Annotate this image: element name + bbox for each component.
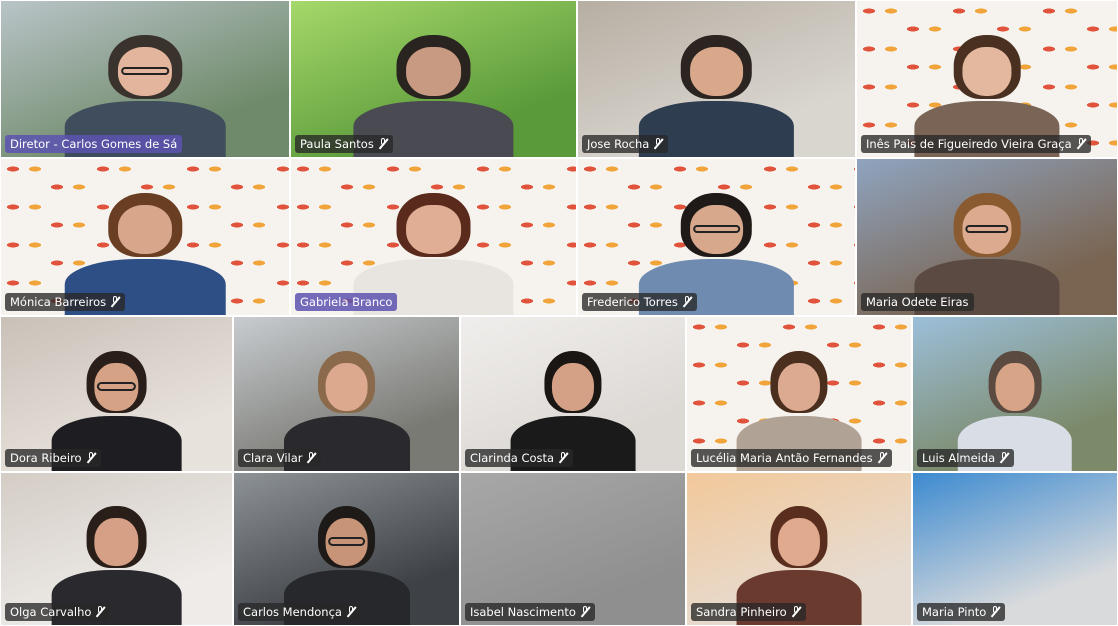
participant-name-label: Sandra Pinheiro [691, 603, 806, 621]
participant-tile[interactable]: Gabriela Branco [290, 158, 577, 316]
mic-muted-icon [990, 606, 1000, 618]
participant-tile[interactable]: Diretor - Carlos Gomes de Sá [0, 0, 290, 158]
participant-tile[interactable]: Sandra Pinheiro [686, 472, 912, 626]
participant-name-label: Clara Vilar [238, 449, 322, 467]
participant-tile[interactable]: Lucélia Maria Antão Fernandes [686, 316, 912, 472]
mic-muted-icon [346, 606, 356, 618]
participant-name-label: Luis Almeida [917, 449, 1015, 467]
participant-tile[interactable]: Dora Ribeiro [0, 316, 233, 472]
mic-muted-icon [110, 296, 120, 308]
participant-tile[interactable]: Maria Odete Eiras [856, 158, 1118, 316]
participant-name-label: Gabriela Branco [295, 293, 398, 311]
participant-name-label: Paula Santos [295, 135, 393, 153]
participant-name: Clara Vilar [243, 451, 303, 465]
mic-muted-icon [877, 452, 887, 464]
mic-muted-icon [999, 452, 1009, 464]
mic-muted-icon [86, 452, 96, 464]
participant-name-label: Jose Rocha [582, 135, 669, 153]
participant-tile[interactable]: Inês Pais de Figueiredo Vieira Graça [856, 0, 1118, 158]
mic-muted-icon [558, 452, 568, 464]
participant-tile[interactable]: Mónica Barreiros [0, 158, 290, 316]
participant-name-label: Carlos Mendonça [238, 603, 361, 621]
participant-name: Isabel Nascimento [470, 605, 576, 619]
participant-name: Mónica Barreiros [10, 295, 107, 309]
participant-name: Maria Pinto [922, 605, 987, 619]
participant-name-label: Maria Pinto [917, 603, 1006, 621]
participant-tile[interactable]: Olga Carvalho [0, 472, 233, 626]
participant-name-label: Diretor - Carlos Gomes de Sá [5, 135, 183, 153]
participant-name: Gabriela Branco [300, 295, 393, 309]
participant-name: Olga Carvalho [10, 605, 92, 619]
participant-name-label: Clarinda Costa [465, 449, 574, 467]
participant-tile[interactable]: Paula Santos [290, 0, 577, 158]
participant-name: Dora Ribeiro [10, 451, 82, 465]
participant-name-label: Lucélia Maria Antão Fernandes [691, 449, 892, 467]
participant-name-label: Olga Carvalho [5, 603, 111, 621]
participant-name-label: Maria Odete Eiras [861, 293, 974, 311]
participant-name-label: Dora Ribeiro [5, 449, 101, 467]
video-gallery: Diretor - Carlos Gomes de Sá Paula Santos… [0, 0, 1118, 626]
participant-name: Carlos Mendonça [243, 605, 342, 619]
mic-muted-icon [791, 606, 801, 618]
participant-tile[interactable]: Frederico Torres [577, 158, 856, 316]
participant-tile[interactable]: Luis Almeida [912, 316, 1118, 472]
participant-name: Frederico Torres [587, 295, 678, 309]
participant-name: Jose Rocha [587, 137, 650, 151]
participant-name: Paula Santos [300, 137, 374, 151]
participant-tile[interactable]: Clarinda Costa [460, 316, 686, 472]
participant-tile[interactable]: Jose Rocha [577, 0, 856, 158]
participant-name-label: Mónica Barreiros [5, 293, 126, 311]
participant-name: Clarinda Costa [470, 451, 555, 465]
participant-tile[interactable]: Maria Pinto [912, 472, 1118, 626]
participant-name-label: Frederico Torres [582, 293, 697, 311]
participant-name: Sandra Pinheiro [696, 605, 787, 619]
mic-muted-icon [95, 606, 105, 618]
participant-tile[interactable]: Clara Vilar [233, 316, 460, 472]
participant-name-label: Isabel Nascimento [465, 603, 595, 621]
participant-tile[interactable]: Carlos Mendonça [233, 472, 460, 626]
participant-name: Inês Pais de Figueiredo Vieira Graça [866, 137, 1072, 151]
mic-muted-icon [378, 138, 388, 150]
mic-muted-icon [682, 296, 692, 308]
participant-name: Lucélia Maria Antão Fernandes [696, 451, 873, 465]
participant-name-label: Inês Pais de Figueiredo Vieira Graça [861, 135, 1091, 153]
participant-tile[interactable]: Isabel Nascimento [460, 472, 686, 626]
participant-name: Luis Almeida [922, 451, 996, 465]
mic-muted-icon [653, 138, 663, 150]
mic-muted-icon [306, 452, 316, 464]
mic-muted-icon [1076, 138, 1086, 150]
participant-name: Maria Odete Eiras [866, 295, 969, 309]
mic-muted-icon [580, 606, 590, 618]
participant-name: Diretor - Carlos Gomes de Sá [10, 137, 178, 151]
